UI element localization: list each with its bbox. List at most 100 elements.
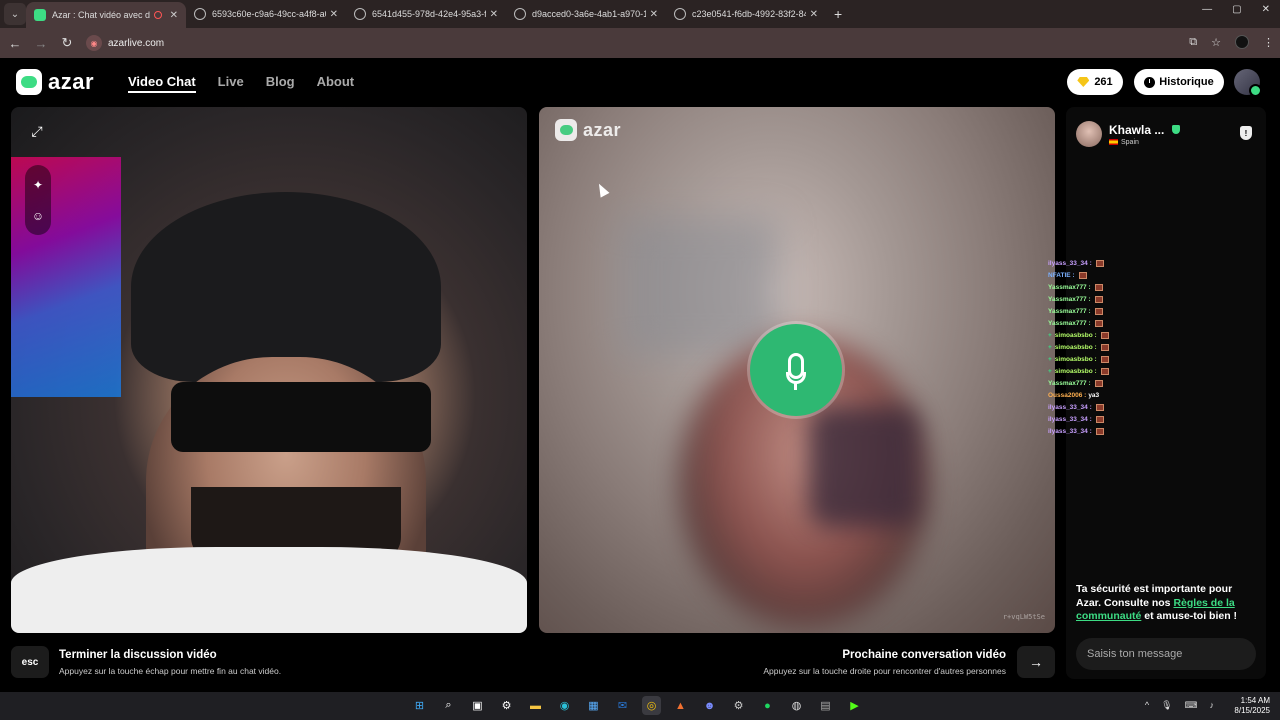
overlay-chat-line: Yassmax777 : <box>1048 293 1188 305</box>
close-tab-icon[interactable]: ✕ <box>650 9 658 20</box>
clock-icon <box>1144 76 1156 88</box>
report-shield-icon[interactable]: ! <box>1240 126 1252 140</box>
windows-start-icon[interactable]: ⊞ <box>410 696 429 715</box>
search-icon[interactable]: ⌕ <box>439 696 458 715</box>
subscriber-plus-icon: + <box>1048 355 1052 363</box>
site-info-icon[interactable]: ◉ <box>86 35 102 51</box>
peer-video-phone <box>809 407 919 527</box>
emote-icon <box>1095 259 1104 267</box>
session-id: r+vqLW5tSe <box>1002 613 1045 621</box>
close-tab-icon[interactable]: ✕ <box>170 10 178 21</box>
file-explorer-icon[interactable]: ▬ <box>526 696 545 715</box>
url-field[interactable]: ◉ azarlive.com <box>86 32 1086 54</box>
outlook-icon[interactable]: ✉ <box>613 696 632 715</box>
emote-icon <box>1094 295 1103 303</box>
emote-icon <box>1094 319 1103 327</box>
browser-tab[interactable]: 6541d455-978d-42e4-95a3-fb1 ✕ <box>346 0 506 28</box>
browser-profile-icon[interactable] <box>1235 35 1249 49</box>
bookmark-star-icon[interactable]: ☆ <box>1211 36 1221 49</box>
emote-icon <box>1100 367 1109 375</box>
expand-icon[interactable]: ⤢ <box>25 119 49 143</box>
edge-browser-icon[interactable]: ◉ <box>555 696 574 715</box>
message-input[interactable] <box>1076 638 1256 670</box>
close-tab-icon[interactable]: ✕ <box>810 9 818 20</box>
tab-title: Azar : Chat vidéo avec de n <box>52 10 150 20</box>
next-chat-button[interactable]: → <box>1017 646 1055 678</box>
chat-username: ilyass_33_34 : <box>1048 427 1092 435</box>
face-filter-icon[interactable]: ☺ <box>32 209 44 223</box>
browser-tab-azar[interactable]: Azar : Chat vidéo avec de n ✕ <box>26 2 186 28</box>
spain-flag-icon <box>1109 139 1118 145</box>
chat-username: ilyass_33_34 : <box>1048 403 1092 411</box>
sparkle-effects-icon[interactable]: ✦ <box>33 178 43 192</box>
discord-icon[interactable]: ☻ <box>700 696 719 715</box>
kick-icon[interactable]: ▶ <box>845 696 864 715</box>
gems-button[interactable]: 261 <box>1067 69 1123 95</box>
app-a-icon[interactable]: ▲ <box>671 696 690 715</box>
azar-favicon-icon <box>34 9 46 21</box>
nav-live[interactable]: Live <box>218 74 244 93</box>
gem-icon <box>1077 77 1090 87</box>
self-video-glasses <box>171 382 431 452</box>
overlay-chat-line: + simoasbsbo : <box>1048 329 1188 341</box>
azar-logo[interactable]: azar <box>16 69 94 95</box>
browser-menu-icon[interactable]: ⋮ <box>1263 36 1274 49</box>
cast-icon[interactable]: ⧉ <box>1189 36 1197 49</box>
minimize-button[interactable]: — <box>1202 4 1212 15</box>
overlay-chat-line: ilyass_33_34 : <box>1048 257 1188 269</box>
emote-icon <box>1100 343 1109 351</box>
tab-search-icon[interactable]: ⌄ <box>4 3 26 25</box>
volume-icon[interactable]: ♪ <box>1210 700 1215 711</box>
store-icon[interactable]: ▦ <box>584 696 603 715</box>
network-icon[interactable]: ⌨ <box>1185 700 1198 711</box>
user-avatar[interactable] <box>1234 69 1262 97</box>
forward-arrow-icon[interactable]: → <box>30 36 52 51</box>
browser-tab[interactable]: d9acced0-3a6e-4ab1-a970-19b ✕ <box>506 0 666 28</box>
close-window-button[interactable]: ✕ <box>1262 4 1270 15</box>
back-arrow-icon[interactable]: ← <box>4 36 26 51</box>
browser-tab[interactable]: c23e0541-f6db-4992-83f2-843 ✕ <box>666 0 826 28</box>
new-tab-button[interactable]: + <box>834 6 842 22</box>
spotify-icon[interactable]: ● <box>758 696 777 715</box>
nav-video-chat[interactable]: Video Chat <box>128 74 196 93</box>
obs-icon[interactable]: ◍ <box>787 696 806 715</box>
settings-gear-icon[interactable]: ⚙ <box>497 696 516 715</box>
microphone-button[interactable] <box>750 324 842 416</box>
maximize-button[interactable]: ▢ <box>1232 4 1241 15</box>
peer-country: Spain <box>1121 138 1139 146</box>
nav-about[interactable]: About <box>317 74 355 93</box>
system-clock[interactable]: 1:54 AM 8/15/2025 <box>1234 696 1270 716</box>
close-tab-icon[interactable]: ✕ <box>330 9 338 20</box>
watermark-text: azar <box>583 119 622 140</box>
subscriber-plus-icon: + <box>1048 367 1052 375</box>
chat-username: simoasbsbo : <box>1054 331 1097 339</box>
next-chat-hint: Appuyez sur la touche droite pour rencon… <box>763 666 1006 676</box>
overlay-chat-line: Yassmax777 : <box>1048 305 1188 317</box>
overlay-chat-line: ilyass_33_34 : <box>1048 425 1188 437</box>
steam-icon[interactable]: ⚙ <box>729 696 748 715</box>
close-tab-icon[interactable]: ✕ <box>490 9 498 20</box>
url-text: azarlive.com <box>108 37 165 49</box>
tray-chevron-icon[interactable]: ^ <box>1145 700 1149 711</box>
emote-icon <box>1095 415 1104 423</box>
chrome-icon[interactable]: ◎ <box>642 696 661 715</box>
subscriber-plus-icon: + <box>1048 331 1052 339</box>
task-view-icon[interactable]: ▣ <box>468 696 487 715</box>
chat-username: Yassmax777 : <box>1048 379 1091 387</box>
browser-tab[interactable]: 6593c60e-c9a6-49cc-a4f8-a07c ✕ <box>186 0 346 28</box>
calculator-icon[interactable]: ▤ <box>816 696 835 715</box>
clock-date: 8/15/2025 <box>1234 706 1270 715</box>
globe-icon <box>674 8 686 20</box>
self-video-cap <box>131 192 441 382</box>
globe-icon <box>514 8 526 20</box>
chat-username: simoasbsbo : <box>1054 343 1097 351</box>
nav-blog[interactable]: Blog <box>266 74 295 93</box>
chat-username: ilyass_33_34 : <box>1048 259 1092 267</box>
end-chat-button[interactable]: esc <box>11 646 49 678</box>
end-chat-title: Terminer la discussion vidéo <box>59 649 217 661</box>
recording-icon <box>153 11 162 19</box>
microphone-tray-icon[interactable]: 🎙 <box>1161 700 1172 711</box>
history-button[interactable]: Historique <box>1134 69 1224 95</box>
reload-icon[interactable]: ↻ <box>56 35 78 51</box>
peer-profile[interactable]: Khawla ... Spain <box>1076 121 1181 147</box>
